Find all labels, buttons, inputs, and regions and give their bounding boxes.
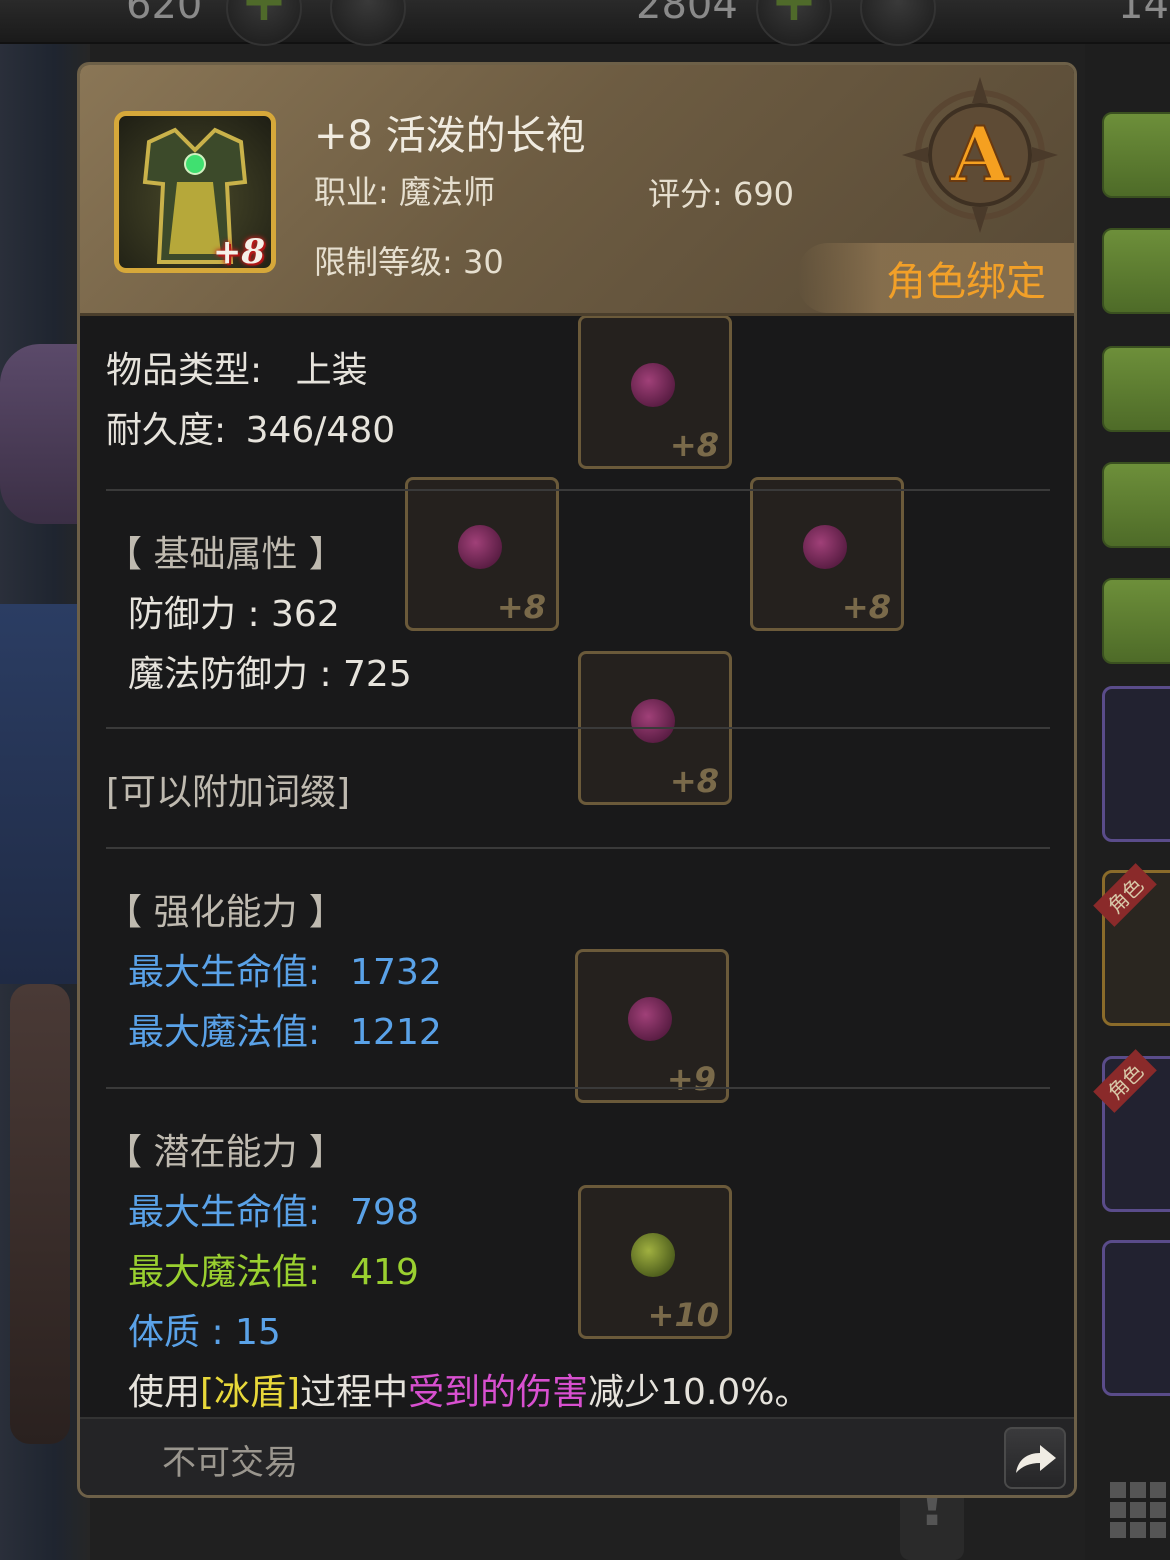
add-gold-button[interactable]: + (756, 0, 832, 46)
share-button[interactable] (1004, 1427, 1066, 1489)
item-name: +8 活泼的长袍 (314, 113, 586, 159)
divider (106, 727, 1050, 729)
currency-value-left: 620 (126, 0, 203, 28)
tooltip-header: +8 +8 活泼的长袍 职业: 魔法师 评分: 690 限制等级: 30 A 角… (80, 65, 1074, 316)
tooltip-footer: 不可交易 (80, 1417, 1074, 1495)
durability-label: 耐久度: (106, 410, 227, 451)
enhance-level-badge: +8 (212, 232, 265, 272)
inventory-slot: +10 (578, 1185, 732, 1339)
inventory-slot: +9 (575, 949, 729, 1103)
grade-emblem: A (902, 77, 1058, 233)
skill-effect-line: 使用[冰盾]过程中受到的伤害减少10.0%。 (128, 1372, 811, 1413)
currency-value-right: 143 (1118, 0, 1170, 28)
character-body (0, 604, 80, 984)
menu-grid-icon[interactable] (1110, 1478, 1170, 1548)
top-currency-bar: 620 + 2804 + 143 (0, 0, 1170, 46)
inventory-slot: +8 (578, 315, 732, 469)
item-type-row: 物品类型: 上装 (106, 341, 368, 393)
equip-slot[interactable] (1102, 578, 1170, 664)
currency-value-mid: 2804 (636, 0, 738, 28)
affix-note: [可以附加词缀] (106, 772, 351, 813)
defense-stat: 防御力 : 362 (128, 594, 340, 635)
divider (106, 489, 1050, 491)
share-arrow-icon (1016, 1445, 1056, 1473)
equip-slot[interactable] (1102, 462, 1170, 548)
durability-value: 346/480 (245, 410, 396, 451)
magic-defense-stat: 魔法防御力 : 725 (128, 654, 412, 695)
item-type-label: 物品类型: (106, 350, 263, 391)
skill-name: [冰盾] (200, 1372, 301, 1413)
base-attributes-header: 【 基础属性 】 (106, 534, 345, 575)
equip-slot[interactable] (1102, 1240, 1170, 1396)
enhance-mp-stat: 最大魔法值: 1212 (128, 1012, 442, 1053)
character-hair (0, 344, 80, 524)
bind-status: 角色绑定 (886, 259, 1046, 305)
coin-icon[interactable] (860, 0, 936, 46)
item-level-requirement: 限制等级: 30 (314, 243, 504, 281)
inventory-slot: +8 (750, 477, 904, 631)
constitution-stat: 体质 : 15 (128, 1312, 281, 1353)
skill-effect: 受到的伤害 (408, 1372, 589, 1413)
item-type-value: 上装 (295, 350, 368, 391)
grade-letter: A (950, 110, 1011, 199)
item-class: 职业: 魔法师 (314, 173, 495, 211)
item-icon: +8 (114, 111, 276, 273)
equip-slot[interactable] (1102, 112, 1170, 198)
add-currency-button[interactable]: + (226, 0, 302, 46)
item-tooltip: +8 +8 +8 +8 +9 +10 +8 +8 活泼的长袍 职业: 魔法师 评… (77, 62, 1077, 1498)
equip-slot[interactable] (1102, 228, 1170, 314)
enhance-attributes-header: 【 强化能力 】 (106, 892, 345, 933)
divider (106, 847, 1050, 849)
equip-slot[interactable] (1102, 686, 1170, 842)
character-legs (10, 984, 70, 1444)
inventory-slot: +8 (405, 477, 559, 631)
enhance-hp-stat: 最大生命值: 1732 (128, 952, 442, 993)
refresh-icon[interactable] (330, 0, 406, 46)
equip-slot[interactable] (1102, 346, 1170, 432)
divider (106, 1087, 1050, 1089)
trade-status: 不可交易 (162, 1443, 298, 1483)
item-score: 评分: 690 (648, 175, 795, 213)
potential-hp-stat: 最大生命值: 798 (128, 1192, 419, 1233)
potential-attributes-header: 【 潜在能力 】 (106, 1132, 345, 1173)
durability-row: 耐久度: 346/480 (106, 401, 395, 453)
potential-mp-stat: 最大魔法值: 419 (128, 1252, 419, 1293)
